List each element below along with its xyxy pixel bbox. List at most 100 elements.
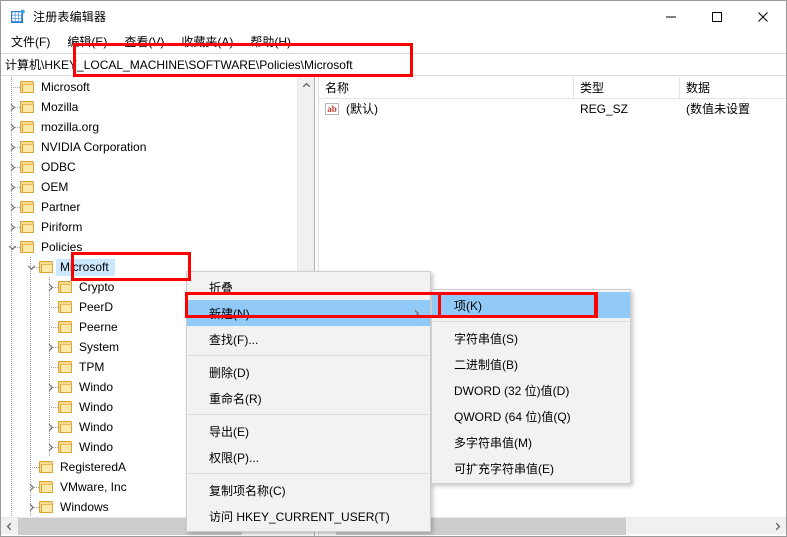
ctx-rename[interactable]: 重命名(R) <box>187 385 430 411</box>
folder-icon <box>20 201 34 213</box>
address-bar[interactable]: 计算机\HKEY_LOCAL_MACHINE\SOFTWARE\Policies… <box>1 53 786 76</box>
tree-context-menu[interactable]: 折叠 新建(N) 查找(F)... 删除(D) 重命名(R) 导出(E) 权限(P)... 复… <box>186 271 431 532</box>
tree-guide-line <box>11 257 12 277</box>
ctx-delete[interactable]: 删除(D) <box>187 359 430 385</box>
submenu-chevron-right-icon <box>412 300 421 326</box>
menu-item-label: 字符串值(S) <box>454 331 518 346</box>
window-controls <box>648 1 786 32</box>
tree-item-label: Windo <box>79 439 114 454</box>
tree-guide-line <box>11 397 12 417</box>
values-list[interactable]: ab (默认) REG_SZ (数值未设置 <box>319 99 786 119</box>
tree-item-label: Windo <box>79 399 114 414</box>
tree-item-mozilla[interactable]: Mozilla <box>1 97 297 117</box>
ctx-export[interactable]: 导出(E) <box>187 418 430 444</box>
folder-icon <box>39 261 53 273</box>
folder-icon <box>58 401 72 413</box>
ctx-new[interactable]: 新建(N) <box>187 300 430 326</box>
tree-item-microsoft[interactable]: Microsoft <box>1 77 297 97</box>
tree-item-label: ODBC <box>41 159 76 174</box>
tree-folder-icon-wrap <box>58 297 75 317</box>
submenu-expandable-string-value[interactable]: 可扩充字符串值(E) <box>432 455 630 481</box>
tree-guide-line <box>11 497 12 517</box>
tree-folder-icon-wrap <box>58 357 75 377</box>
maximize-button[interactable] <box>694 1 740 32</box>
ctx-goto-hkcu[interactable]: 访问 HKEY_CURRENT_USER(T) <box>187 503 430 529</box>
tree-item-nvidia-corporation[interactable]: NVIDIA Corporation <box>1 137 297 157</box>
tree-item-mozilla-org[interactable]: mozilla.org <box>1 117 297 137</box>
folder-icon <box>58 441 72 453</box>
tree-item-label: System <box>79 339 120 354</box>
folder-icon <box>20 101 34 113</box>
tree-folder-icon-wrap <box>20 117 37 137</box>
submenu-dword-value[interactable]: DWORD (32 位)值(D) <box>432 377 630 403</box>
title-bar: 注册表编辑器 <box>1 1 786 32</box>
submenu-qword-value[interactable]: QWORD (64 位)值(Q) <box>432 403 630 429</box>
submenu-binary-value[interactable]: 二进制值(B) <box>432 351 630 377</box>
menu-view[interactable]: 查看(V) <box>116 33 173 53</box>
ctx-copy-key-name[interactable]: 复制项名称(C) <box>187 477 430 503</box>
tree-item-label: Windo <box>79 419 114 434</box>
column-header-name[interactable]: 名称 <box>319 77 574 99</box>
folder-icon <box>58 381 72 393</box>
tree-item-label: Windows <box>60 499 109 514</box>
folder-icon <box>39 501 53 513</box>
folder-icon <box>20 221 34 233</box>
tree-item-partner[interactable]: Partner <box>1 197 297 217</box>
tree-item-label: RegisteredA <box>60 459 127 474</box>
new-submenu[interactable]: 项(K) 字符串值(S) 二进制值(B) DWORD (32 位)值(D) QWORD … <box>431 289 631 484</box>
tree-guide-line <box>30 277 31 297</box>
tree-item-oem[interactable]: OEM <box>1 177 297 197</box>
tree-item-odbc[interactable]: ODBC <box>1 157 297 177</box>
tree-guide-line <box>30 297 31 317</box>
ctx-separator-2 <box>188 414 429 415</box>
value-row[interactable]: ab (默认) REG_SZ (数值未设置 <box>319 99 786 119</box>
tree-folder-icon-wrap <box>58 377 75 397</box>
submenu-separator-1 <box>433 321 629 322</box>
column-header-data[interactable]: 数据 <box>680 77 786 99</box>
ctx-collapse[interactable]: 折叠 <box>187 274 430 300</box>
column-header-type[interactable]: 类型 <box>574 77 680 99</box>
scroll-up-icon[interactable] <box>298 77 314 94</box>
tree-guide-line <box>30 317 31 337</box>
folder-icon <box>39 481 53 493</box>
close-button[interactable] <box>740 1 786 32</box>
ctx-find[interactable]: 查找(F)... <box>187 326 430 352</box>
submenu-multi-string-value[interactable]: 多字符串值(M) <box>432 429 630 455</box>
menu-item-label: 导出(E) <box>209 424 249 439</box>
ctx-permissions[interactable]: 权限(P)... <box>187 444 430 470</box>
folder-icon <box>39 461 53 473</box>
tree-guide-line <box>11 457 12 477</box>
registry-path-text: 计算机\HKEY_LOCAL_MACHINE\SOFTWARE\Policies… <box>5 57 353 72</box>
value-type: REG_SZ <box>580 101 629 116</box>
menu-file[interactable]: 文件(F) <box>3 33 59 53</box>
menu-item-label: 重命名(R) <box>209 391 262 406</box>
tree-guide-line <box>30 417 31 437</box>
tree-item-piriform[interactable]: Piriform <box>1 217 297 237</box>
registry-editor-window: 注册表编辑器 文件(F) 编辑(E) 查看(V) 收藏夹(A) 帮助(H) 计算… <box>0 0 787 537</box>
folder-icon <box>20 81 34 93</box>
folder-icon <box>58 301 72 313</box>
menu-item-label: 二进制值(B) <box>454 357 518 372</box>
ctx-separator-3 <box>188 473 429 474</box>
submenu-string-value[interactable]: 字符串值(S) <box>432 325 630 351</box>
submenu-key[interactable]: 项(K) <box>432 292 630 318</box>
scroll-left-icon[interactable] <box>1 518 18 535</box>
tree-folder-icon-wrap <box>20 217 37 237</box>
minimize-button[interactable] <box>648 1 694 32</box>
folder-icon <box>20 121 34 133</box>
tree-guide-line <box>30 397 31 417</box>
values-scroll-right-icon[interactable] <box>769 518 786 535</box>
menu-item-label: DWORD (32 位)值(D) <box>454 383 570 398</box>
menu-help[interactable]: 帮助(H) <box>242 33 300 53</box>
tree-guide-line <box>11 437 12 457</box>
folder-icon <box>58 281 72 293</box>
tree-folder-icon-wrap <box>20 97 37 117</box>
tree-item-policies[interactable]: Policies <box>1 237 297 257</box>
menu-favorites[interactable]: 收藏夹(A) <box>173 33 242 53</box>
menu-edit[interactable]: 编辑(E) <box>59 33 116 53</box>
tree-guide-line <box>11 337 12 357</box>
menu-item-label: 权限(P)... <box>209 450 259 465</box>
tree-guide-line <box>30 377 31 397</box>
tree-guide-line <box>11 297 12 317</box>
menu-item-label: 删除(D) <box>209 365 250 380</box>
